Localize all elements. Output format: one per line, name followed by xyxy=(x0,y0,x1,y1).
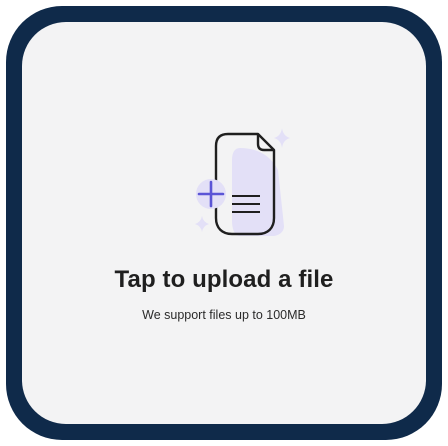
upload-title: Tap to upload a file xyxy=(114,266,334,293)
background-blob xyxy=(232,148,284,236)
upload-subtitle: We support files up to 100MB xyxy=(142,308,306,322)
upload-dropzone[interactable]: Tap to upload a file We support files up… xyxy=(22,22,426,424)
plus-icon xyxy=(196,179,226,209)
sparkle-icon xyxy=(195,216,209,232)
file-upload-icon xyxy=(195,128,290,236)
upload-frame: Tap to upload a file We support files up… xyxy=(6,6,442,440)
sparkle-icon xyxy=(274,128,290,148)
